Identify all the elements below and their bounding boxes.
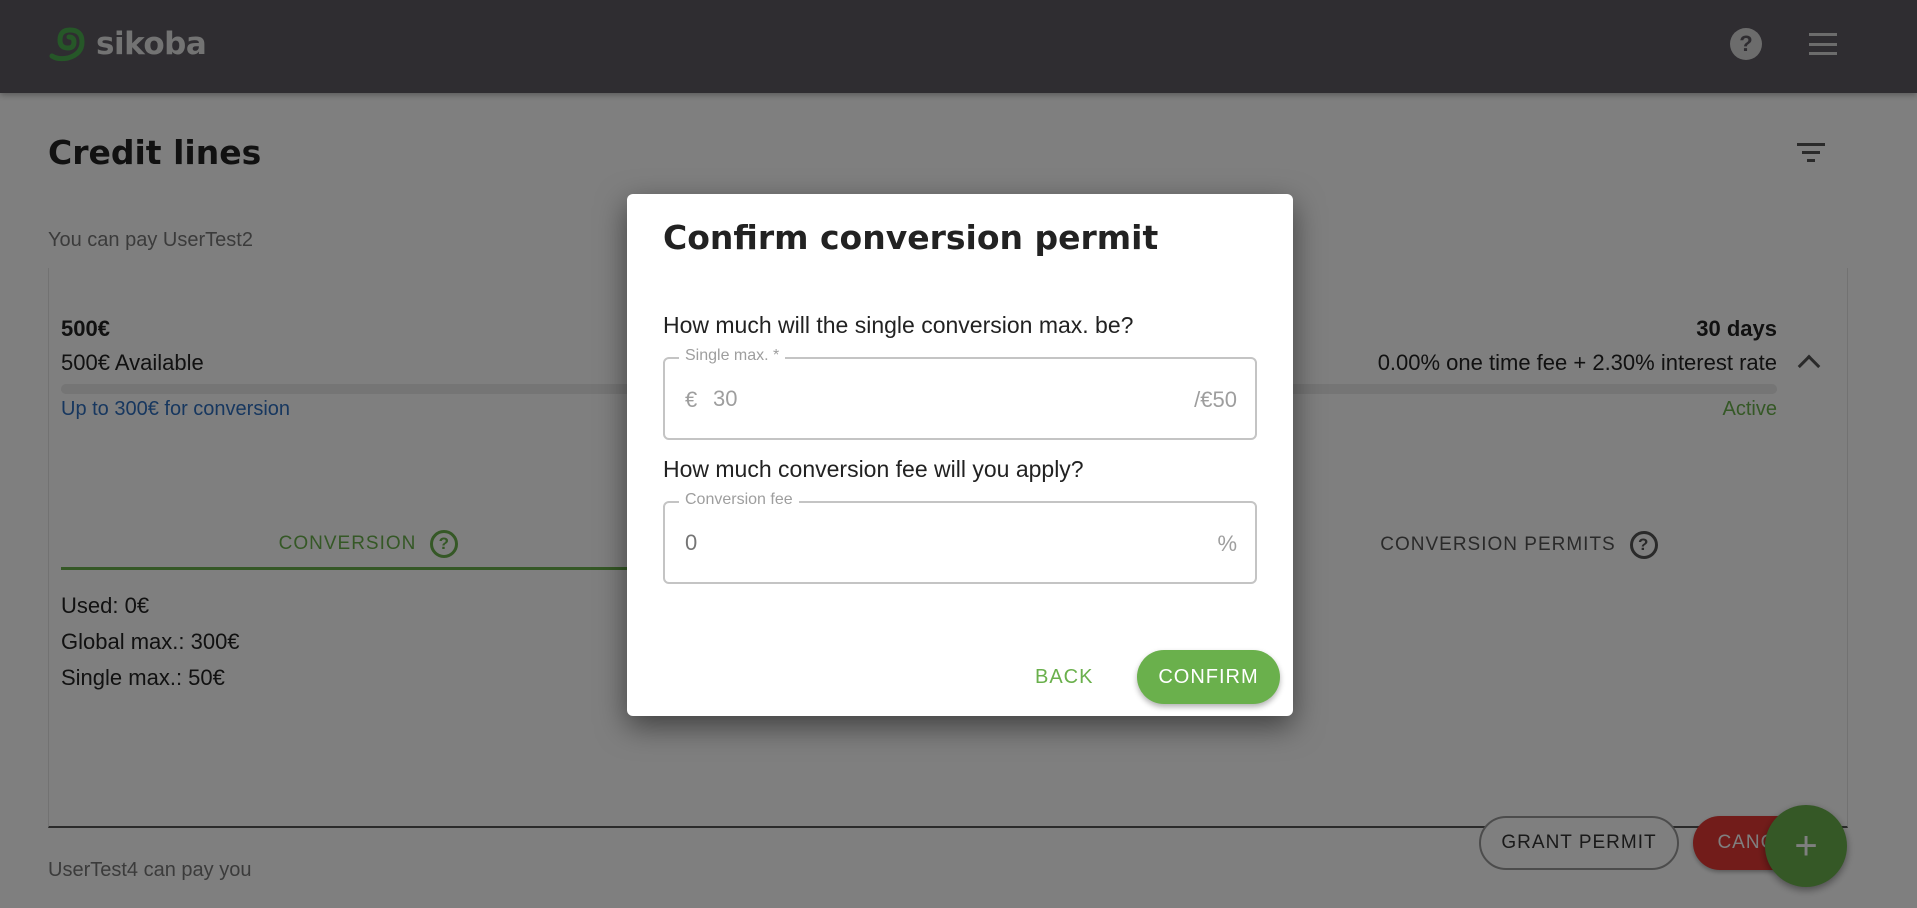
field-label: Conversion fee: [679, 491, 799, 509]
conversion-fee-field[interactable]: Conversion fee %: [663, 491, 1257, 584]
single-max-field[interactable]: Single max. * € /€50: [663, 347, 1257, 440]
single-max-suffix: /€50: [1194, 387, 1237, 412]
euro-prefix: €: [685, 387, 698, 412]
single-max-question: How much will the single conversion max.…: [663, 312, 1134, 338]
conversion-fee-input[interactable]: [685, 525, 1165, 561]
dialog-title: Confirm conversion permit: [663, 218, 1159, 257]
conversion-fee-question: How much conversion fee will you apply?: [663, 456, 1084, 482]
confirm-button[interactable]: CONFIRM: [1137, 650, 1280, 704]
single-max-input[interactable]: [713, 381, 1113, 417]
back-button[interactable]: BACK: [1035, 666, 1093, 689]
field-label: Single max. *: [679, 347, 786, 365]
percent-suffix: %: [1217, 531, 1237, 556]
confirm-conversion-permit-dialog: Confirm conversion permit How much will …: [627, 194, 1293, 716]
